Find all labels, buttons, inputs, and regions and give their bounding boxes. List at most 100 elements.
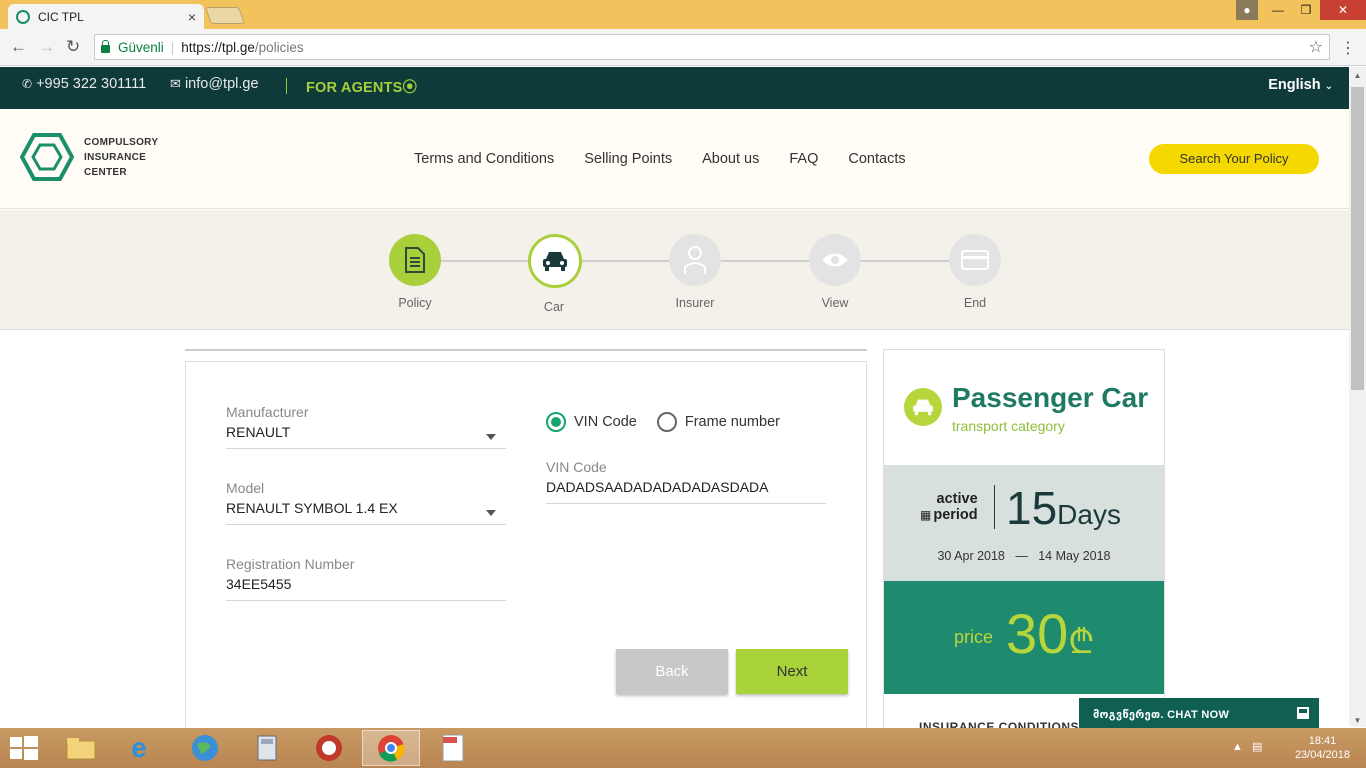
- dropdown-caret-icon: [486, 434, 496, 440]
- for-agents-link[interactable]: FOR AGENTS⦿: [306, 76, 417, 97]
- summary-header: Passenger Car transport category: [884, 350, 1164, 465]
- back-arrow-icon[interactable]: ←: [10, 37, 27, 57]
- globe-app-icon[interactable]: [176, 730, 234, 766]
- step-policy-label: Policy: [398, 296, 432, 310]
- period-dates: 30 Apr 2018 — 14 May 2018: [884, 549, 1164, 563]
- maximize-button[interactable]: ❐: [1292, 0, 1320, 20]
- price-amount: 30₾: [1006, 601, 1095, 666]
- next-button[interactable]: Next: [736, 649, 848, 694]
- identifier-type-radio-group: VIN Code Frame number: [546, 412, 780, 432]
- scrollbar-thumb[interactable]: [1351, 87, 1364, 390]
- minimize-button[interactable]: —: [1264, 0, 1292, 20]
- nav-selling-points[interactable]: Selling Points: [584, 151, 672, 167]
- lock-icon: [101, 39, 110, 53]
- registration-value: 34EE5455: [226, 576, 292, 592]
- nav-contacts[interactable]: Contacts: [848, 151, 905, 167]
- page-scrollbar[interactable]: ▲ ▼: [1349, 67, 1366, 727]
- step-connector: [720, 260, 812, 262]
- logo-line-2: INSURANCE: [84, 152, 147, 163]
- frame-number-radio[interactable]: [656, 412, 677, 432]
- for-agents-label: FOR AGENTS: [306, 80, 403, 96]
- envelope-icon: ✉: [170, 76, 181, 91]
- browser-toolbar: ← → ↻ Güvenli | https://tpl.ge/policies …: [0, 29, 1366, 66]
- window-close-button[interactable]: ✕: [1320, 0, 1366, 20]
- date-to: 14 May 2018: [1038, 549, 1111, 563]
- calculator-icon[interactable]: [238, 730, 296, 766]
- secure-label: Güvenli: [118, 39, 164, 55]
- browser-tabstrip: CIC TPL × ● — ❐ ✕: [0, 0, 1366, 29]
- browser-tab[interactable]: CIC TPL ×: [8, 4, 204, 29]
- email-contact[interactable]: ✉ info@tpl.ge: [170, 76, 259, 92]
- vin-code-field[interactable]: VIN Code DADADSAADADADADADASDADA: [546, 459, 826, 504]
- vin-code-radio[interactable]: [546, 412, 566, 432]
- date-from: 30 Apr 2018: [937, 549, 1005, 563]
- manufacturer-label: Manufacturer: [226, 404, 309, 420]
- step-insurer[interactable]: Insurer: [669, 234, 721, 310]
- step-connector: [580, 260, 672, 262]
- model-value: RENAULT SYMBOL 1.4 EX: [226, 500, 398, 516]
- language-selector[interactable]: English ⌄: [1268, 77, 1333, 93]
- logo-line-3: CENTER: [84, 167, 127, 178]
- nav-faq[interactable]: FAQ: [789, 151, 818, 167]
- period-label-line2-text: period: [933, 507, 978, 523]
- frame-number-radio-label[interactable]: Frame number: [685, 414, 780, 430]
- shield-app-icon[interactable]: [300, 730, 358, 766]
- scroll-up-icon[interactable]: ▲: [1349, 71, 1366, 80]
- minimize-icon[interactable]: [1297, 707, 1309, 719]
- new-tab-button[interactable]: [204, 7, 246, 24]
- step-view-circle: [809, 234, 861, 286]
- forward-arrow-icon[interactable]: →: [38, 37, 55, 57]
- topbar-divider: [286, 78, 287, 94]
- car-icon: [913, 399, 933, 416]
- manufacturer-select[interactable]: Manufacturer RENAULT: [226, 404, 506, 449]
- back-button[interactable]: Back: [616, 649, 728, 694]
- price-label: price: [954, 627, 994, 647]
- model-label: Model: [226, 480, 265, 496]
- nav-about[interactable]: About us: [702, 151, 759, 167]
- step-view[interactable]: View: [809, 234, 861, 310]
- scroll-down-icon[interactable]: ▼: [1349, 716, 1366, 725]
- clock-date: 23/04/2018: [1294, 749, 1350, 761]
- document-icon: [405, 247, 425, 273]
- step-policy[interactable]: Policy: [389, 234, 441, 310]
- pdf-app-icon[interactable]: [424, 730, 482, 766]
- browser-menu-icon[interactable]: ⋮: [1340, 38, 1356, 58]
- main-nav: Terms and Conditions Selling Points Abou…: [414, 151, 906, 167]
- chevron-down-icon: ⌄: [1324, 81, 1333, 92]
- period-separator: [994, 485, 995, 529]
- vin-code-radio-label[interactable]: VIN Code: [574, 414, 637, 430]
- step-car-circle: [528, 234, 582, 288]
- step-end-label: End: [963, 296, 987, 310]
- registration-number-field[interactable]: Registration Number 34EE5455: [226, 556, 506, 601]
- chrome-icon[interactable]: [362, 730, 420, 766]
- system-tray-icons[interactable]: ▲ ▤: [1232, 740, 1262, 753]
- price-block: price 30₾: [884, 581, 1164, 694]
- car-icon: [543, 252, 567, 271]
- internet-explorer-icon[interactable]: e: [110, 730, 168, 766]
- summary-subtitle: transport category: [952, 418, 1065, 434]
- reload-icon[interactable]: ↻: [66, 37, 80, 57]
- days-number: 15: [1006, 482, 1058, 534]
- nav-terms[interactable]: Terms and Conditions: [414, 151, 554, 167]
- search-policy-button[interactable]: Search Your Policy: [1149, 144, 1319, 174]
- tab-close-icon[interactable]: ×: [188, 9, 196, 25]
- clock[interactable]: 18:41 23/04/2018: [1295, 734, 1350, 762]
- dropdown-caret-icon: [486, 510, 496, 516]
- url-path: /policies: [254, 39, 304, 55]
- step-end[interactable]: End: [949, 234, 1001, 310]
- step-car[interactable]: Car: [528, 234, 582, 314]
- bookmark-star-icon[interactable]: ☆: [1309, 37, 1323, 57]
- profile-icon[interactable]: ●: [1236, 0, 1258, 20]
- address-bar[interactable]: Güvenli | https://tpl.ge/policies ☆: [94, 34, 1330, 60]
- step-insurer-label: Insurer: [675, 296, 715, 310]
- chat-widget[interactable]: მოგვწერეთ. CHAT NOW: [1079, 698, 1319, 728]
- file-explorer-icon[interactable]: [52, 730, 110, 766]
- phone-contact[interactable]: ✆ +995 322 301111: [22, 76, 146, 92]
- site-topbar: ✆ +995 322 301111 ✉ info@tpl.ge FOR AGEN…: [0, 67, 1349, 109]
- cic-logo[interactable]: [19, 133, 75, 186]
- language-label: English: [1268, 77, 1321, 93]
- model-select[interactable]: Model RENAULT SYMBOL 1.4 EX: [226, 480, 506, 525]
- step-end-circle: [949, 234, 1001, 286]
- site-favicon-icon: [16, 9, 30, 24]
- windows-start-icon[interactable]: [10, 736, 38, 765]
